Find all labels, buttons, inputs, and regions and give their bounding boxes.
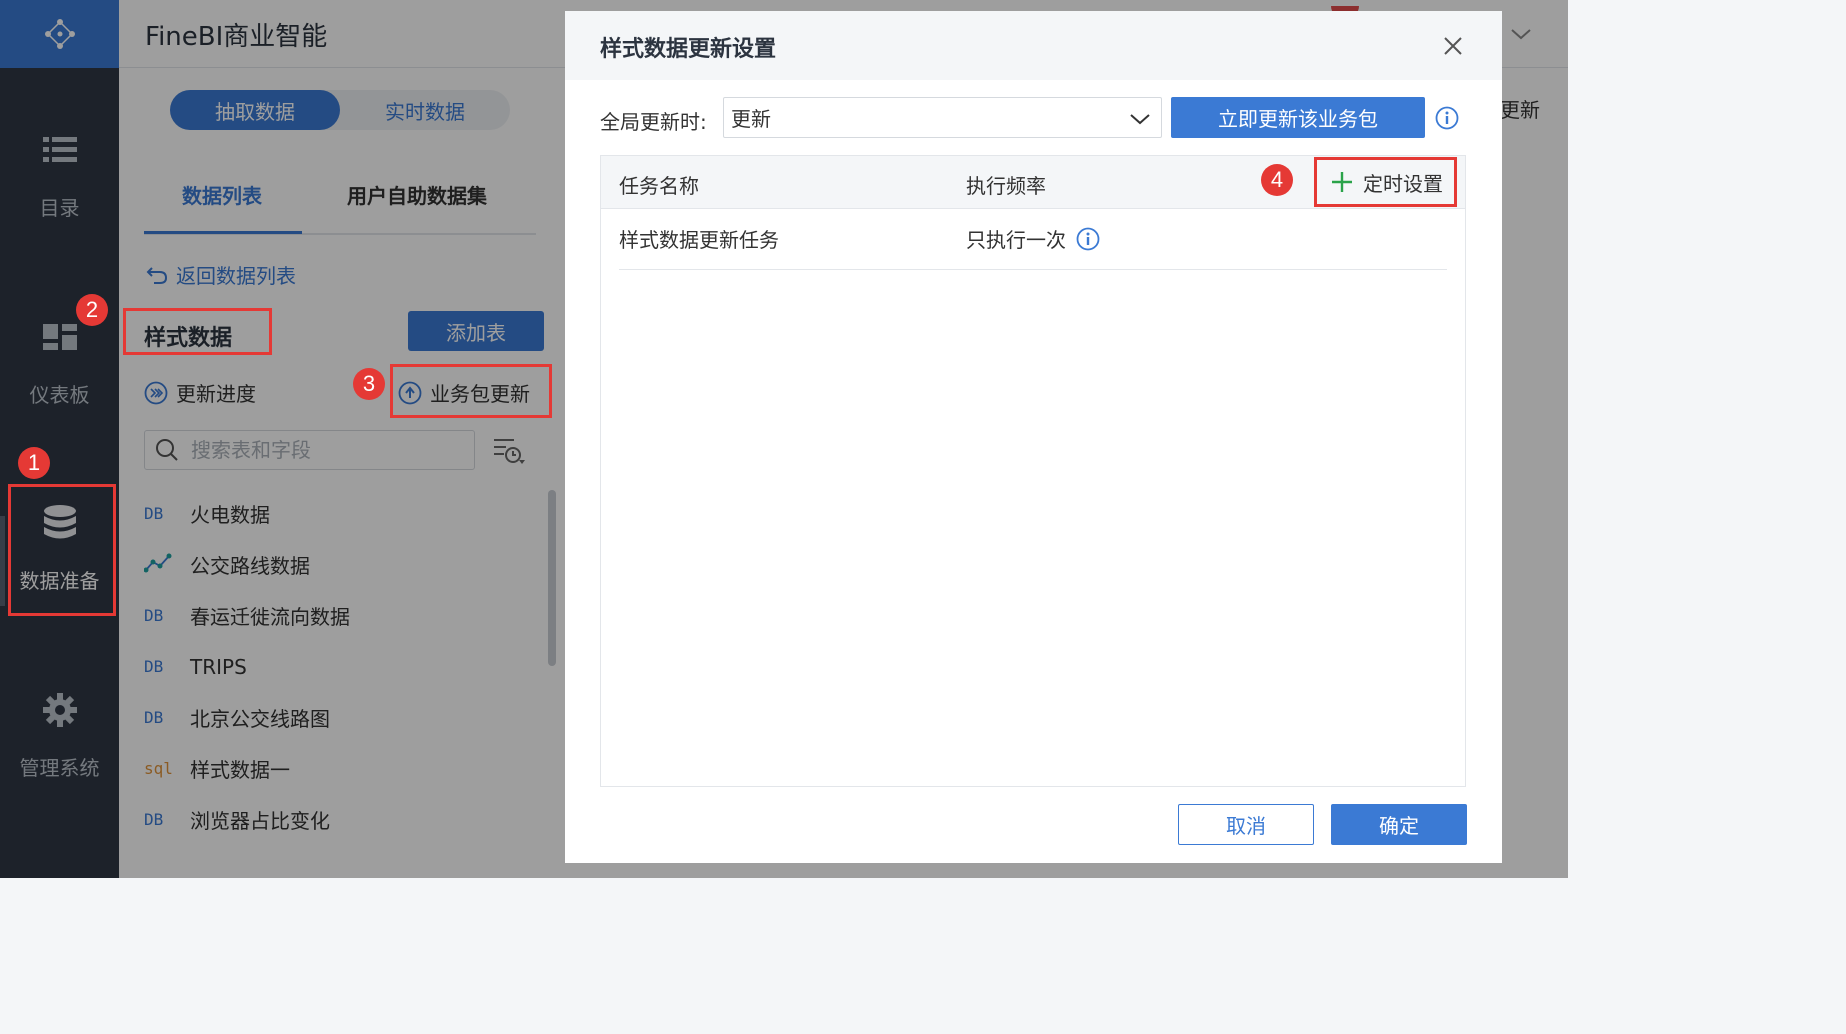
frequency-text: 只执行一次 (966, 228, 1066, 252)
table-row[interactable]: 样式数据更新任务 只执行一次 (619, 209, 1447, 270)
highlight-box-schedule-settings (1314, 157, 1457, 207)
step-badge-3: 3 (353, 368, 385, 400)
global-update-label: 全局更新时: (600, 110, 707, 134)
cancel-button[interactable]: 取消 (1178, 804, 1314, 845)
step-badge-4: 4 (1261, 164, 1293, 196)
task-table: 任务名称 执行频率 定时设置 样式数据更新任务 只执行一次 (600, 155, 1466, 787)
confirm-button[interactable]: 确定 (1331, 804, 1467, 845)
step-badge-2: 2 (76, 294, 108, 326)
task-name-cell: 样式数据更新任务 (619, 228, 779, 252)
info-icon[interactable] (1435, 106, 1459, 130)
dialog-header: 样式数据更新设置 (565, 11, 1502, 80)
dialog-title: 样式数据更新设置 (600, 37, 777, 62)
global-update-value: 更新 (731, 107, 771, 131)
update-now-button[interactable]: 立即更新该业务包 (1171, 97, 1425, 138)
close-icon[interactable] (1441, 34, 1465, 58)
global-update-select[interactable]: 更新 (723, 97, 1162, 138)
chevron-down-icon (1130, 114, 1150, 125)
column-header-task-name: 任务名称 (619, 174, 699, 198)
highlight-box-package-update (390, 364, 552, 418)
column-header-frequency: 执行频率 (966, 174, 1046, 198)
highlight-box-package-title (123, 308, 272, 355)
highlight-box-data-prep (8, 484, 116, 616)
task-frequency-cell: 只执行一次 (966, 224, 1100, 253)
info-icon[interactable] (1076, 227, 1100, 251)
update-settings-dialog: 样式数据更新设置 全局更新时: 更新 立即更新该业务包 任务名称 执行频率 定时… (565, 11, 1502, 863)
step-badge-1: 1 (18, 447, 50, 479)
